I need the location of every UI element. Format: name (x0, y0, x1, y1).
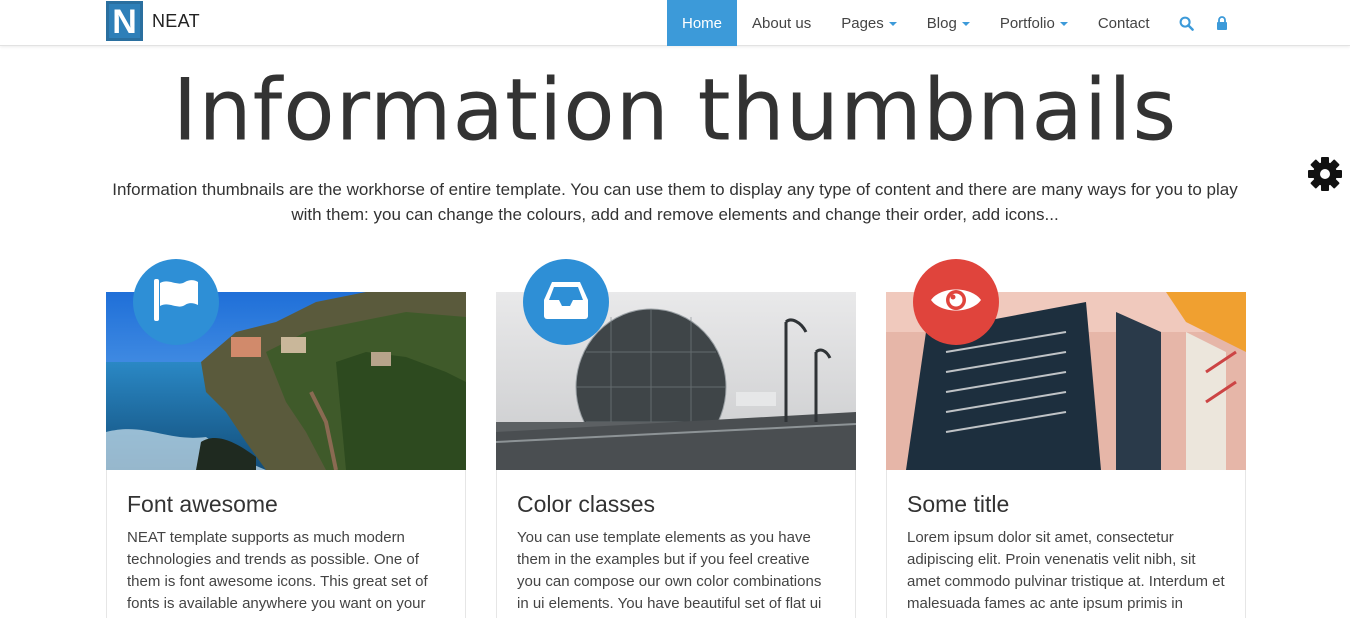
card-title: Color classes (517, 491, 656, 517)
card-title: Font awesome (127, 491, 278, 517)
gear-icon[interactable] (1306, 155, 1344, 193)
caret-down-icon (888, 22, 897, 26)
nav-label: Portfolio (999, 14, 1055, 32)
main-nav: Home About us Pages Blog Portfolio Conta… (667, 0, 1242, 46)
info-thumbnail[interactable]: Color classes You can use template eleme… (496, 259, 856, 618)
inbox-icon (542, 280, 590, 325)
logo-letter: N (112, 3, 137, 41)
navbar: N NEAT Home About us Pages Blog Portfoli… (0, 0, 1350, 46)
caret-down-icon (961, 22, 970, 26)
card-title: Some title (907, 491, 1010, 517)
info-thumbnail[interactable]: Some title Lorem ipsum dolor sit amet, c… (886, 259, 1246, 618)
nav-label: Home (682, 14, 723, 32)
card-badge (913, 259, 999, 345)
nav-item-home[interactable]: Home (667, 0, 738, 46)
nav-item-pages[interactable]: Pages (826, 0, 912, 46)
nav-item-about-us[interactable]: About us (737, 0, 826, 46)
nav-item-blog[interactable]: Blog (912, 0, 985, 46)
nav-label: Pages (841, 14, 884, 32)
caret-down-icon (1059, 22, 1068, 26)
brand-name[interactable]: NEAT (152, 11, 200, 32)
search-icon[interactable] (1165, 0, 1208, 46)
nav-label: About us (752, 14, 812, 32)
page-lead: Information thumbnails are the workhorse… (112, 180, 1238, 224)
eye-icon (929, 283, 983, 322)
page-title: Information thumbnails (172, 60, 1178, 160)
brand[interactable]: N NEAT (106, 1, 200, 41)
card-text: NEAT template supports as much modern te… (127, 529, 428, 612)
lock-icon[interactable] (1208, 0, 1242, 46)
card-badge (133, 259, 219, 345)
logo[interactable]: N (106, 1, 143, 41)
card-text: Lorem ipsum dolor sit amet, consectetur … (907, 529, 1225, 612)
flag-icon (151, 277, 201, 328)
nav-item-contact[interactable]: Contact (1083, 0, 1165, 46)
info-thumbnail[interactable]: Font awesome NEAT template supports as m… (106, 259, 466, 618)
card-badge (523, 259, 609, 345)
nav-label: Contact (1097, 14, 1150, 32)
card-text: You can use template elements as you hav… (517, 529, 822, 612)
nav-item-portfolio[interactable]: Portfolio (985, 0, 1083, 46)
nav-label: Blog (926, 14, 957, 32)
